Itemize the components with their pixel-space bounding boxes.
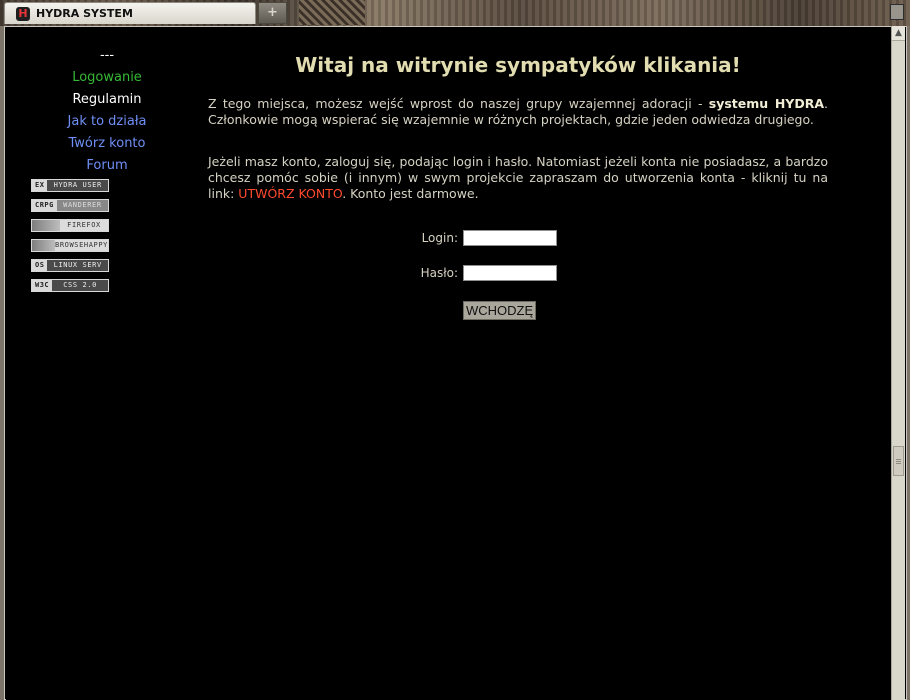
badge-firefox[interactable]: . FIREFOX	[31, 219, 109, 232]
badge-os-linux-serv[interactable]: OS LINUX SERV	[31, 259, 109, 272]
decorative-ornament	[299, 0, 365, 25]
submit-button[interactable]: WCHODZĘ	[463, 301, 537, 320]
brand-name: systemu HYDRA	[708, 96, 825, 111]
badge-crpg-wanderer[interactable]: CRPG WANDERER	[31, 199, 109, 212]
login-row: Login:	[206, 230, 830, 246]
sidebar-item-regulamin[interactable]: Regulamin	[24, 92, 190, 108]
scrollbar-thumb[interactable]	[893, 446, 904, 476]
password-label: Hasło:	[420, 266, 458, 280]
sidebar-item-jak-to-dziala[interactable]: Jak to działa	[24, 114, 190, 130]
password-input[interactable]	[463, 265, 557, 281]
tab-title: HYDRA SYSTEM	[36, 7, 133, 20]
sidebar-separator: ---	[99, 48, 115, 63]
login-label: Login:	[421, 231, 458, 245]
sidebar-item-forum[interactable]: Forum	[24, 158, 190, 174]
password-row: Hasło:	[206, 265, 830, 281]
firefox-icon: .	[32, 220, 60, 231]
vertical-scrollbar[interactable]: ▲	[891, 26, 905, 700]
browsehappy-icon: .	[32, 240, 56, 251]
browser-tab[interactable]: H HYDRA SYSTEM	[4, 2, 256, 24]
badge-browsehappy[interactable]: . BROWSEHAPPY	[31, 239, 109, 252]
account-paragraph: Jeżeli masz konto, zaloguj się, podając …	[208, 154, 828, 201]
intro-paragraph: Z tego miejsca, możesz wejść wprost do n…	[208, 96, 828, 127]
sidebar-item-tworz-konto[interactable]: Twórz konto	[24, 136, 190, 152]
new-tab-button[interactable]: +	[258, 2, 287, 24]
window-corner-box	[890, 4, 904, 20]
badge-w3c-css[interactable]: W3C CSS 2.0	[31, 279, 109, 292]
login-input[interactable]	[463, 230, 557, 246]
page-title: Witaj na witrynie sympatyków klikania!	[295, 53, 741, 77]
hydra-logo-icon: H	[16, 7, 30, 21]
create-account-link[interactable]: UTWÓRZ KONTO	[238, 186, 342, 201]
sidebar-item-logowanie[interactable]: Logowanie	[24, 70, 190, 86]
badge-hydra-user[interactable]: EX HYDRA USER	[31, 179, 109, 192]
plus-icon: +	[267, 5, 278, 20]
arrow-up-icon[interactable]: ▲	[892, 26, 905, 41]
